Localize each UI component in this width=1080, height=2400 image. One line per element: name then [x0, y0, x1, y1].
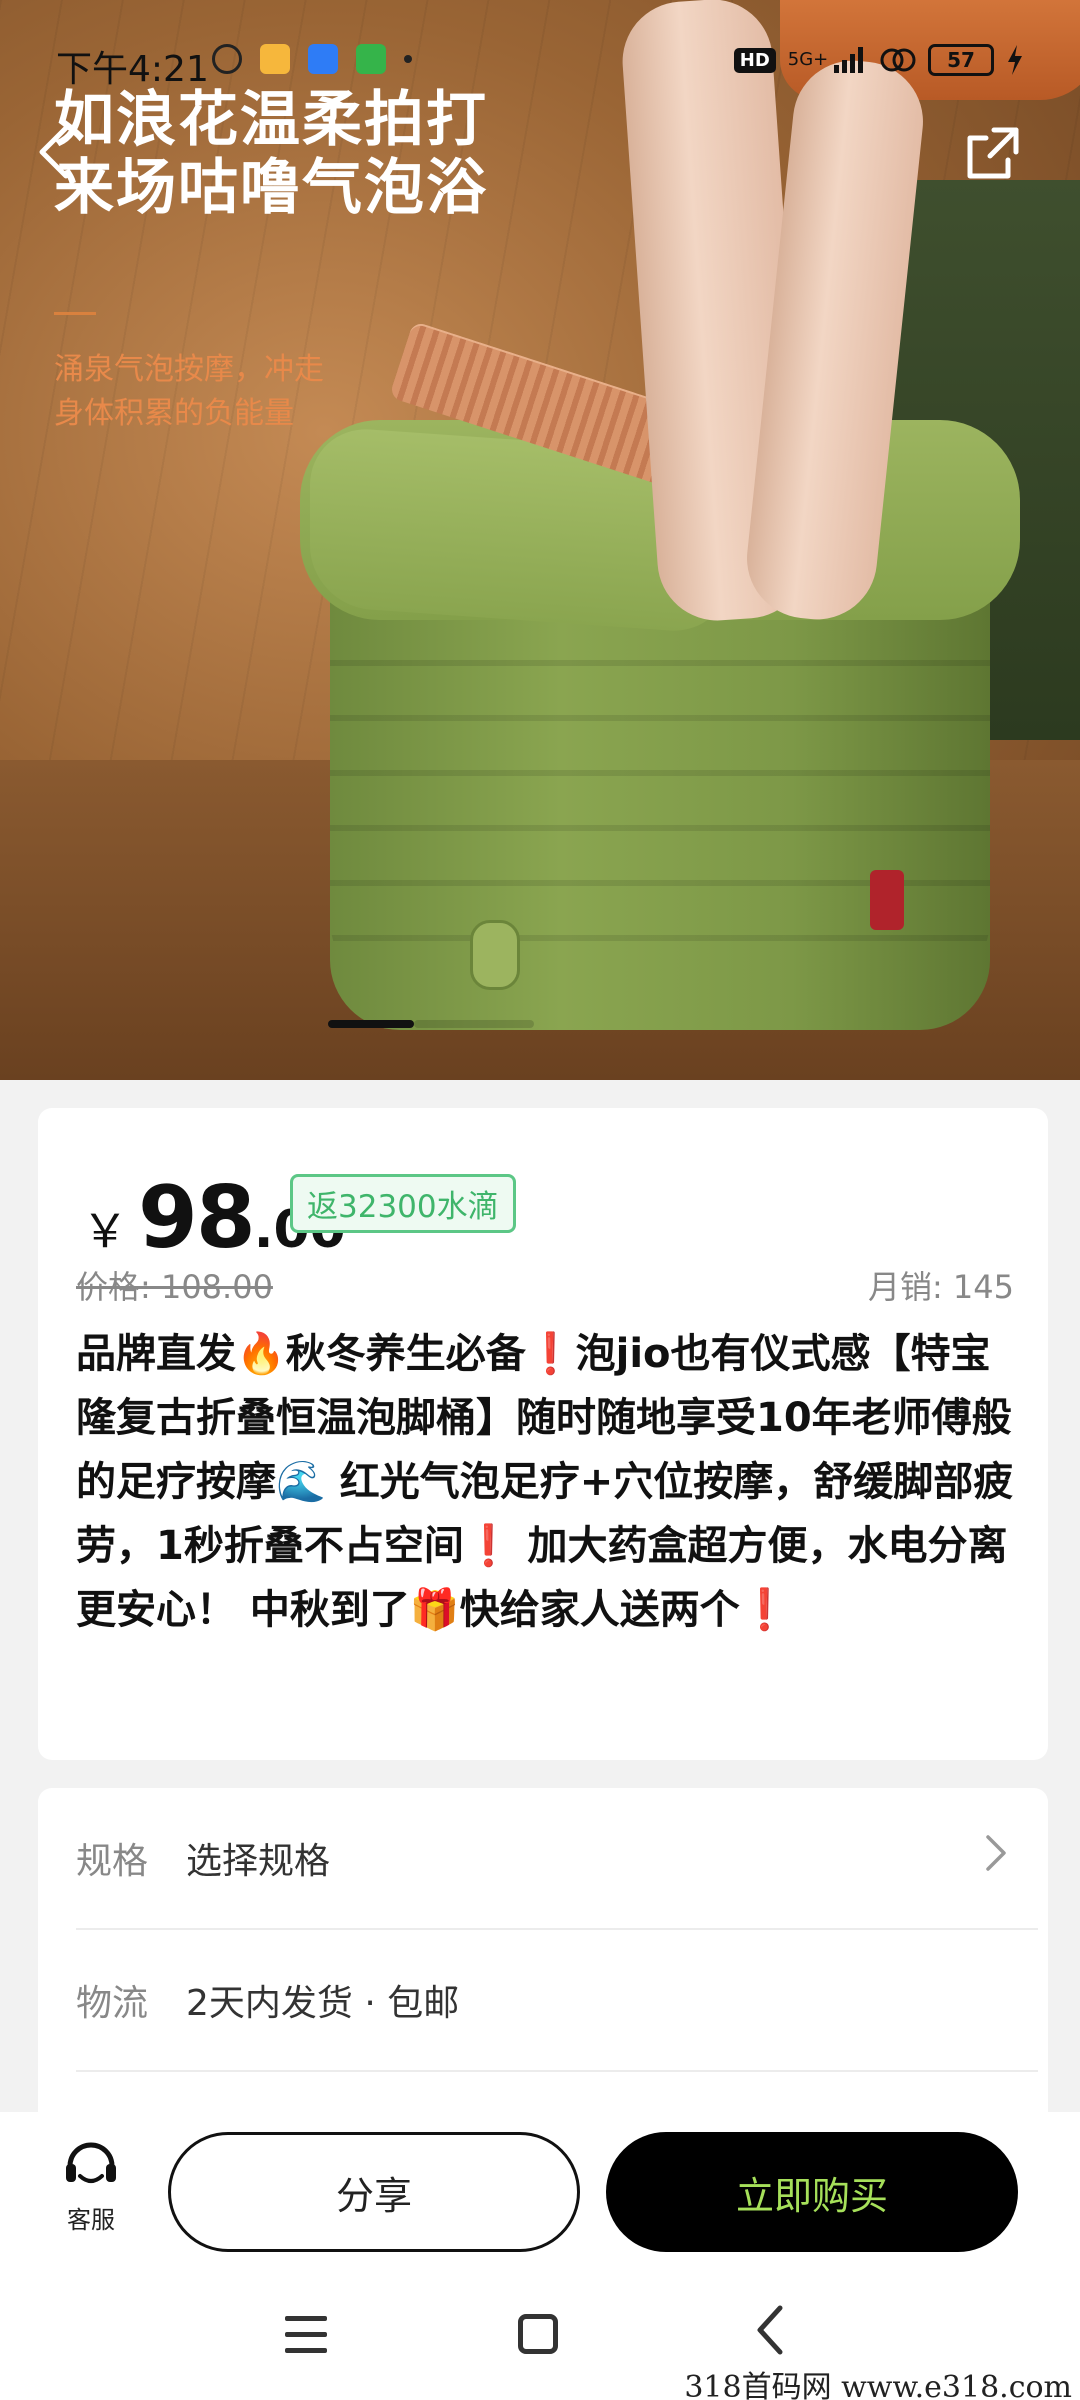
hero-headline-line2: 来场咕噜气泡浴: [54, 153, 488, 223]
network-type: 5G+: [787, 49, 829, 70]
chevron-left-icon: [39, 125, 69, 179]
signal-icon: 5G+: [788, 47, 868, 73]
spec-key: 规格: [76, 1841, 149, 1882]
home-icon[interactable]: [518, 2314, 558, 2354]
spec-row-specification[interactable]: 规格 选择规格: [76, 1788, 1038, 1930]
alarm-icon: [212, 44, 242, 74]
link-icon: [880, 48, 916, 72]
monthly-sales: 月销: 145: [867, 1268, 1014, 1306]
currency-symbol: ￥: [82, 1204, 128, 1258]
battery-percent: 57: [947, 48, 975, 72]
battery-icon: 57: [928, 44, 994, 76]
bottom-action-bar: 客服 分享 立即购买: [0, 2112, 1080, 2272]
signal-bars-icon: [834, 47, 863, 73]
product-image-carousel[interactable]: 如浪花温柔拍打 来场咕噜气泡浴 涌泉气泡按摩，冲走 身体积累的负能量: [0, 0, 1080, 1080]
status-right: HD 5G+ 57: [733, 44, 1024, 76]
menu-icon[interactable]: [285, 2316, 327, 2354]
spec-key: 物流: [76, 1983, 149, 2024]
hero-divider: [54, 312, 96, 315]
hero-subtitle: 涌泉气泡按摩，冲走 身体积累的负能量: [54, 348, 324, 436]
chevron-right-icon: [984, 1833, 1008, 1884]
status-time: 下午4:21: [56, 49, 209, 90]
tub-control-panel: [870, 870, 904, 930]
spec-card: 规格 选择规格 物流 2天内发货 · 包邮: [38, 1788, 1048, 2128]
share-button-bottom[interactable]: 分享: [168, 2132, 580, 2252]
app-icon: [308, 44, 338, 74]
spec-value: 2天内发货 · 包邮: [186, 1983, 460, 2024]
status-bar: 下午4:21 HD 5G+ 57: [0, 0, 1080, 100]
hd-icon: HD: [733, 47, 776, 73]
carousel-indicator: [328, 1020, 534, 1028]
share-button[interactable]: [964, 124, 1022, 182]
headset-icon: [66, 2142, 116, 2183]
buy-now-button[interactable]: 立即购买: [606, 2132, 1018, 2252]
watermark: 318首码网 www.e318.com: [684, 2370, 1072, 2400]
price-card: ￥ 98 .00 返32300水滴 价格: 108.00 月销: 145 品牌直…: [38, 1108, 1048, 1760]
carousel-dot-track: [414, 1020, 534, 1028]
rebate-badge: 返32300水滴: [290, 1174, 516, 1233]
customer-service-button[interactable]: 客服: [56, 2134, 126, 2235]
original-price: 价格: 108.00: [76, 1268, 273, 1306]
app-icon: [356, 44, 386, 74]
carousel-dot-active: [328, 1020, 414, 1028]
back-button[interactable]: [34, 122, 94, 182]
hero-subtitle-line1: 涌泉气泡按摩，冲走: [54, 352, 324, 387]
charging-icon: [1008, 45, 1022, 75]
hero-headline: 如浪花温柔拍打 来场咕噜气泡浴: [54, 86, 488, 222]
hero-subtitle-line2: 身体积累的负能量: [54, 396, 294, 431]
back-nav-icon[interactable]: [752, 2302, 788, 2368]
customer-service-label: 客服: [67, 2206, 115, 2234]
dot-icon: [404, 55, 412, 63]
price-integer: 98: [138, 1168, 256, 1268]
message-icon: [260, 44, 290, 74]
notification-icons: [212, 44, 412, 74]
share-external-icon: [967, 127, 1019, 179]
tub-knob: [470, 920, 520, 990]
tub-folds: [330, 660, 990, 990]
spec-row-logistics: 物流 2天内发货 · 包邮: [76, 1930, 1038, 2072]
product-title: 品牌直发🔥秋冬养生必备❗泡jio也有仪式感【特宝隆复古折叠恒温泡脚桶】随时随地享…: [76, 1331, 1014, 1633]
spec-value: 选择规格: [186, 1841, 331, 1882]
